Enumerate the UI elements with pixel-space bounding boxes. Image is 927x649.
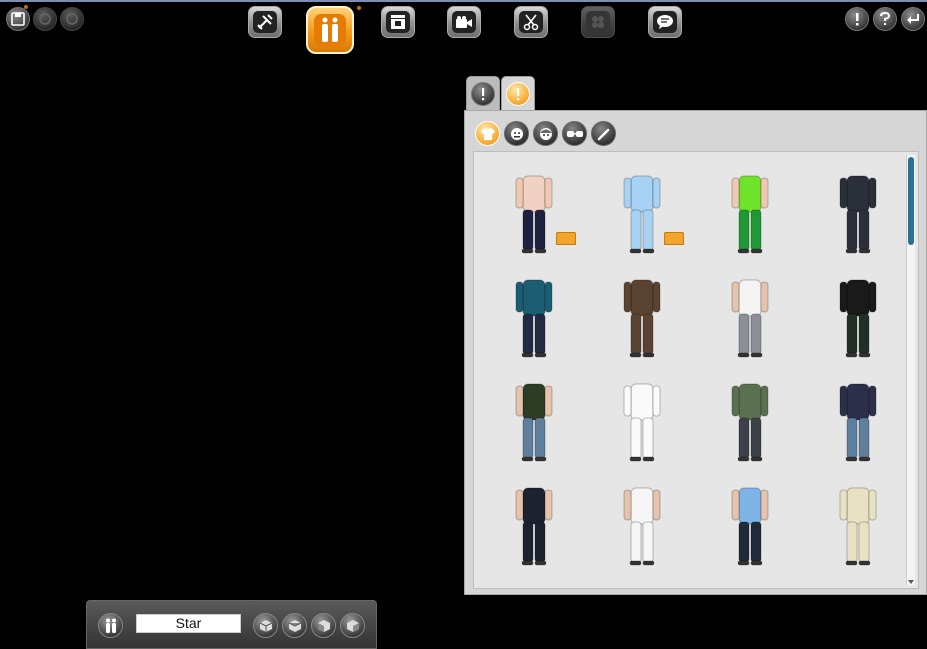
outfit-grid [473,151,919,589]
paint-subtab[interactable] [591,121,616,146]
outfit-item-camo-shirt-jeans[interactable] [494,370,574,470]
outfit-figure-icon [515,383,553,462]
character-bar: Star [86,600,377,649]
dialogue-button[interactable] [648,6,682,38]
help-button[interactable] [873,7,897,31]
outfit-figure-icon [515,279,553,358]
view-cube-4-button[interactable] [340,613,365,638]
outfit-figure-icon [839,175,877,254]
camera-icon [456,16,472,28]
redo-icon [66,13,78,25]
info-button[interactable] [845,7,869,31]
outfit-item-green-hoodie[interactable] [710,370,790,470]
view-cube-3-button[interactable] [311,613,336,638]
question-mark-icon [880,12,891,25]
outfit-item-underwear-body[interactable] [494,162,576,262]
outfit-figure-icon [731,383,769,462]
wardrobe-panel [464,110,927,595]
outfit-figure-icon [731,279,769,358]
outfit-item-dark-suit[interactable] [818,162,898,262]
outfit-item-green-tshirt-shorts[interactable] [710,162,790,262]
head-icon [539,127,552,140]
view-cube-2-icon [288,619,301,632]
character-name-field[interactable]: Star [136,614,241,633]
outfit-figure-icon [623,279,661,358]
exclamation-icon [856,13,859,26]
tools-button[interactable] [248,6,282,38]
redo-button[interactable] [60,7,84,31]
characters-button[interactable] [306,6,354,54]
outfit-item-teal-hoodie-jeans[interactable] [494,266,574,366]
info-tab[interactable] [466,76,500,110]
grid-scrollbar[interactable] [906,155,915,585]
outfit-item-skeleton[interactable] [818,474,898,574]
outfit-figure-icon [623,487,661,566]
scrollbar-thumb[interactable] [908,157,914,245]
outfit-figure-icon [731,487,769,566]
save-icon [11,12,25,26]
outfit-figure-icon [839,487,877,566]
outfit-item-brown-suit[interactable] [602,266,682,366]
clapperboard-icon [391,15,405,29]
exit-button[interactable] [901,7,925,31]
props-icon [592,16,604,28]
tools-icon [257,14,273,30]
scissors-tools-icon [523,14,539,31]
face-icon [510,127,523,140]
edit-button[interactable] [514,6,548,38]
characters-indicator-dot [357,6,361,10]
view-cube-3-icon [317,619,330,632]
folder-icon[interactable] [556,232,576,245]
info-tab-icon [471,81,495,106]
character-select-button[interactable] [98,613,123,638]
outfit-item-white-mannequin[interactable] [602,370,682,470]
wardrobe-tab[interactable] [501,76,535,110]
characters-icon [105,618,116,633]
shirt-icon [480,127,495,140]
camera-button[interactable] [447,6,481,38]
outfit-figure-icon [839,279,877,358]
folder-icon[interactable] [664,232,684,245]
props-button[interactable] [581,6,615,38]
face-subtab[interactable] [504,121,529,146]
scene-button[interactable] [381,6,415,38]
characters-icon [322,17,338,42]
speech-bubble-icon [657,15,673,29]
head-subtab[interactable] [533,121,558,146]
wardrobe-tab-icon [506,81,530,106]
brush-icon [597,128,609,140]
undo-icon [39,13,51,25]
outfit-figure-icon [515,487,553,566]
window-top-border [0,0,927,2]
view-cube-1-icon [259,619,272,632]
view-cube-2-button[interactable] [282,613,307,638]
outfit-item-blue-tshirt-shorts[interactable] [710,474,790,574]
outfit-figure-icon [623,383,661,462]
outfit-item-white-tshirt-jeans[interactable] [710,266,790,366]
glasses-icon [566,130,583,137]
outfit-item-navy-hoodie-jeans[interactable] [818,370,898,470]
outfit-item-black-jacket[interactable] [818,266,898,366]
outfit-figure-icon [623,175,661,254]
undo-button[interactable] [33,7,57,31]
save-indicator-dot [24,5,28,9]
outfit-item-white-bathrobe[interactable] [602,474,682,574]
return-arrow-icon [907,14,919,24]
outfit-figure-icon [515,175,553,254]
outfit-figure-icon [731,175,769,254]
scroll-down-arrow-icon[interactable] [907,579,915,585]
view-cube-4-icon [346,619,359,632]
save-button[interactable] [6,7,30,31]
outfit-item-long-dark-coat[interactable] [494,474,574,574]
clothing-subtab[interactable] [475,121,500,146]
outfit-figure-icon [839,383,877,462]
view-cube-1-button[interactable] [253,613,278,638]
outfit-item-blue-mascot-suit[interactable] [602,162,684,262]
accessories-subtab[interactable] [562,121,587,146]
